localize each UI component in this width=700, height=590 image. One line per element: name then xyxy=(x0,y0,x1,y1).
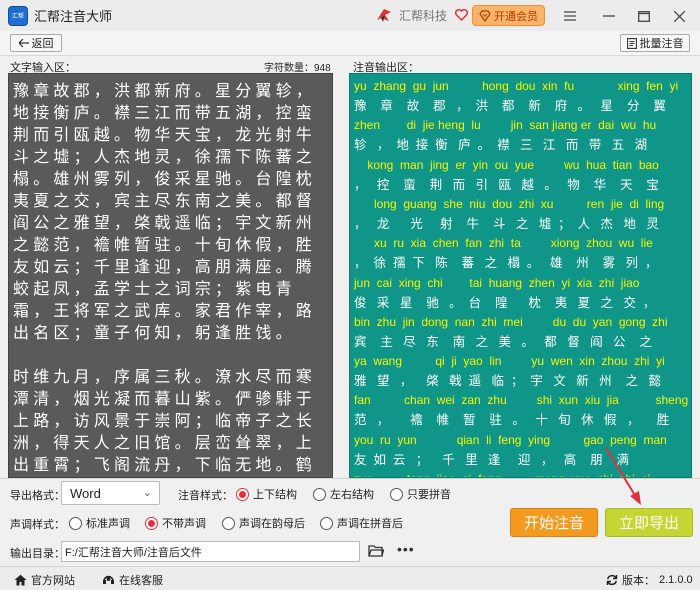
hanzi-line: ， 徐 孺 下 陈 蕃 之 榻 。 雄 州 雾 列 ， xyxy=(354,256,658,271)
hanzi-line: 范 ， 襜 帷 暂 驻 。 十 旬 休 假 ， 胜 xyxy=(354,413,670,428)
pinyin-line: ya wang qi ji yao lin yu wen xin zhou zh… xyxy=(354,354,665,369)
tone-option-label: 不带声调 xyxy=(162,518,206,530)
style-option-label: 只要拼音 xyxy=(407,489,451,501)
char-count: 字符数量：948 xyxy=(264,59,331,74)
toolbar: 返回 批量注音 xyxy=(0,31,700,56)
dir-label: 输出目录： xyxy=(10,548,65,560)
hanzi-line: 雅 望 ， 棨 戟 遥 临 ； 宇 文 新 州 之 懿 xyxy=(354,374,661,389)
refresh-icon xyxy=(606,574,618,586)
hanzi-line: 友 如 云 ； 千 里 逢 迎 ， 高 朋 满 xyxy=(354,452,630,467)
version-label: 版本： xyxy=(622,575,655,587)
tone-option-standard[interactable]: 标准声调 xyxy=(69,515,130,531)
format-label: 导出格式： xyxy=(10,490,65,502)
app-title: 汇帮注音大师 xyxy=(34,9,113,24)
pinyin-line: zhen di jie heng lu jin san jiang er dai… xyxy=(354,118,657,133)
version-info[interactable]: 版本： 2.1.0.0 xyxy=(606,572,693,588)
batch-annotate-button[interactable]: 批量注音 xyxy=(620,34,690,52)
title-bar: 汇帮 汇帮注音大师 xyxy=(0,0,700,31)
customer-service-link[interactable]: 在线客服 xyxy=(102,572,163,588)
style-label: 注音样式： xyxy=(178,490,233,502)
tone-label: 声调样式： xyxy=(10,519,65,531)
hanzi-line: ， 龙 光 射 牛 斗 之 墟 ； 人 杰 地 灵 xyxy=(354,216,659,231)
pinyin-line: bin zhu jin dong nan zhi mei du du yan g… xyxy=(354,314,668,329)
tone-option-label: 标准声调 xyxy=(86,518,130,530)
tone-option-after-final[interactable]: 声调在韵母后 xyxy=(222,515,305,531)
hanzi-line: ， 控 蛮 荆 而 引 瓯 越 。 物 华 天 宝 xyxy=(354,177,659,192)
vip-label: 开通会员 xyxy=(494,10,538,23)
menu-icon[interactable] xyxy=(560,6,580,26)
heart-icon[interactable] xyxy=(455,9,469,21)
tone-option-after-pinyin[interactable]: 声调在拼音后 xyxy=(320,515,403,531)
hanzi-line: 轸 ， 地 接 衡 庐 。 襟 三 江 而 带 五 湖 xyxy=(354,138,648,153)
app-logo-icon: 汇帮 xyxy=(8,5,28,26)
style-option-pinyin-only[interactable]: 只要拼音 xyxy=(390,486,451,502)
pinyin-line: you ru yun qian li feng ying gao peng ma… xyxy=(354,432,667,447)
radio-unchecked-icon xyxy=(320,516,333,530)
pinyin-line: yu zhang gu jun hong dou xin fu xing fen… xyxy=(354,79,679,93)
hanzi-line: 宾 主 尽 东 南 之 美 。 都 督 阎 公 之 xyxy=(354,334,652,349)
format-value: Word xyxy=(70,485,101,501)
brand-logo-icon xyxy=(377,9,391,22)
brand-name: 汇帮科技 xyxy=(399,8,448,23)
document-icon xyxy=(626,37,637,49)
pinyin-line: xu ru xia chen fan zhi ta xiong zhou wu … xyxy=(354,236,653,251)
vip-button[interactable]: 开通会员 xyxy=(472,5,545,26)
website-link[interactable]: 官方网站 xyxy=(14,572,75,588)
service-label: 在线客服 xyxy=(119,575,163,587)
version-value: 2.1.0.0 xyxy=(659,574,693,586)
chevron-down-icon: ⌄ xyxy=(142,487,152,499)
more-dots-icon[interactable]: ••• xyxy=(397,541,415,557)
radio-checked-icon xyxy=(145,516,158,530)
batch-label: 批量注音 xyxy=(639,38,684,50)
pinyin-line: kong man jing er yin ou yue wu hua tian … xyxy=(354,157,659,172)
divider xyxy=(0,478,700,479)
maximize-icon[interactable] xyxy=(634,6,654,26)
output-dir-input[interactable]: F:/汇帮注音大师/注音后文件 xyxy=(61,541,360,562)
footer: 官方网站 在线客服 版本： 2.1.0.0 xyxy=(0,566,700,590)
pinyin-line: fan chan wei zan zhu shi xun xiu jia she… xyxy=(354,393,689,408)
radio-unchecked-icon xyxy=(222,516,235,530)
brand[interactable]: 汇帮科技 xyxy=(375,6,469,24)
folder-icon[interactable] xyxy=(368,544,384,558)
input-paragraph-2: 时维九月，序属三秋。潦水尽而寒潭清，烟光凝而暮山紫。俨骖騑于上路，访风景于崇阿；… xyxy=(13,367,317,474)
website-label: 官方网站 xyxy=(31,575,75,587)
pinyin-line: long guang she niu dou zhi xu ren jie di… xyxy=(354,196,665,211)
style-option-left-right[interactable]: 左右结构 xyxy=(313,486,374,502)
input-paragraph-1: 豫章故郡，洪都新府。星分翼轸，地接衡庐。襟三江而带五湖，控蛮荆而引瓯越。物华天宝… xyxy=(13,81,317,342)
hanzi-line: 豫 章 故 郡 ， 洪 都 新 府 。 星 分 翼 xyxy=(354,99,666,113)
back-button[interactable]: 返回 xyxy=(10,34,62,52)
tone-option-none[interactable]: 不带声调 xyxy=(145,515,206,531)
pinyin-output-area[interactable]: yu zhang gu jun hong dou xin fu xing fen… xyxy=(349,73,692,478)
back-arrow-icon xyxy=(18,39,29,47)
radio-unchecked-icon xyxy=(69,516,82,530)
headset-icon xyxy=(103,575,114,584)
radio-unchecked-icon xyxy=(313,487,326,501)
back-label: 返回 xyxy=(31,38,54,50)
start-annotate-button[interactable]: 开始注音 xyxy=(510,508,598,537)
format-select[interactable]: Word ⌄ xyxy=(61,481,160,505)
home-icon xyxy=(14,574,27,586)
radio-unchecked-icon xyxy=(390,487,403,501)
close-icon[interactable] xyxy=(669,6,689,26)
tone-option-label: 声调在拼音后 xyxy=(337,518,403,530)
style-option-label: 左右结构 xyxy=(330,489,374,501)
pinyin-line: jun cai xing chi tai huang zhen yi xia z… xyxy=(354,275,640,290)
export-now-button[interactable]: 立即导出 xyxy=(605,508,693,537)
vip-icon xyxy=(479,9,491,22)
radio-checked-icon xyxy=(236,487,249,501)
hanzi-line: 俊 采 星 驰 。 台 隍 枕 夷 夏 之 交 ， xyxy=(354,295,656,310)
style-option-top-bottom[interactable]: 上下结构 xyxy=(236,486,297,502)
minimize-icon[interactable] xyxy=(599,6,619,26)
style-option-label: 上下结构 xyxy=(253,489,297,501)
tone-option-label: 声调在韵母后 xyxy=(239,518,305,530)
text-input-area[interactable]: 豫章故郡，洪都新府。星分翼轸，地接衡庐。襟三江而带五湖，控蛮荆而引瓯越。物华天宝… xyxy=(8,73,333,478)
